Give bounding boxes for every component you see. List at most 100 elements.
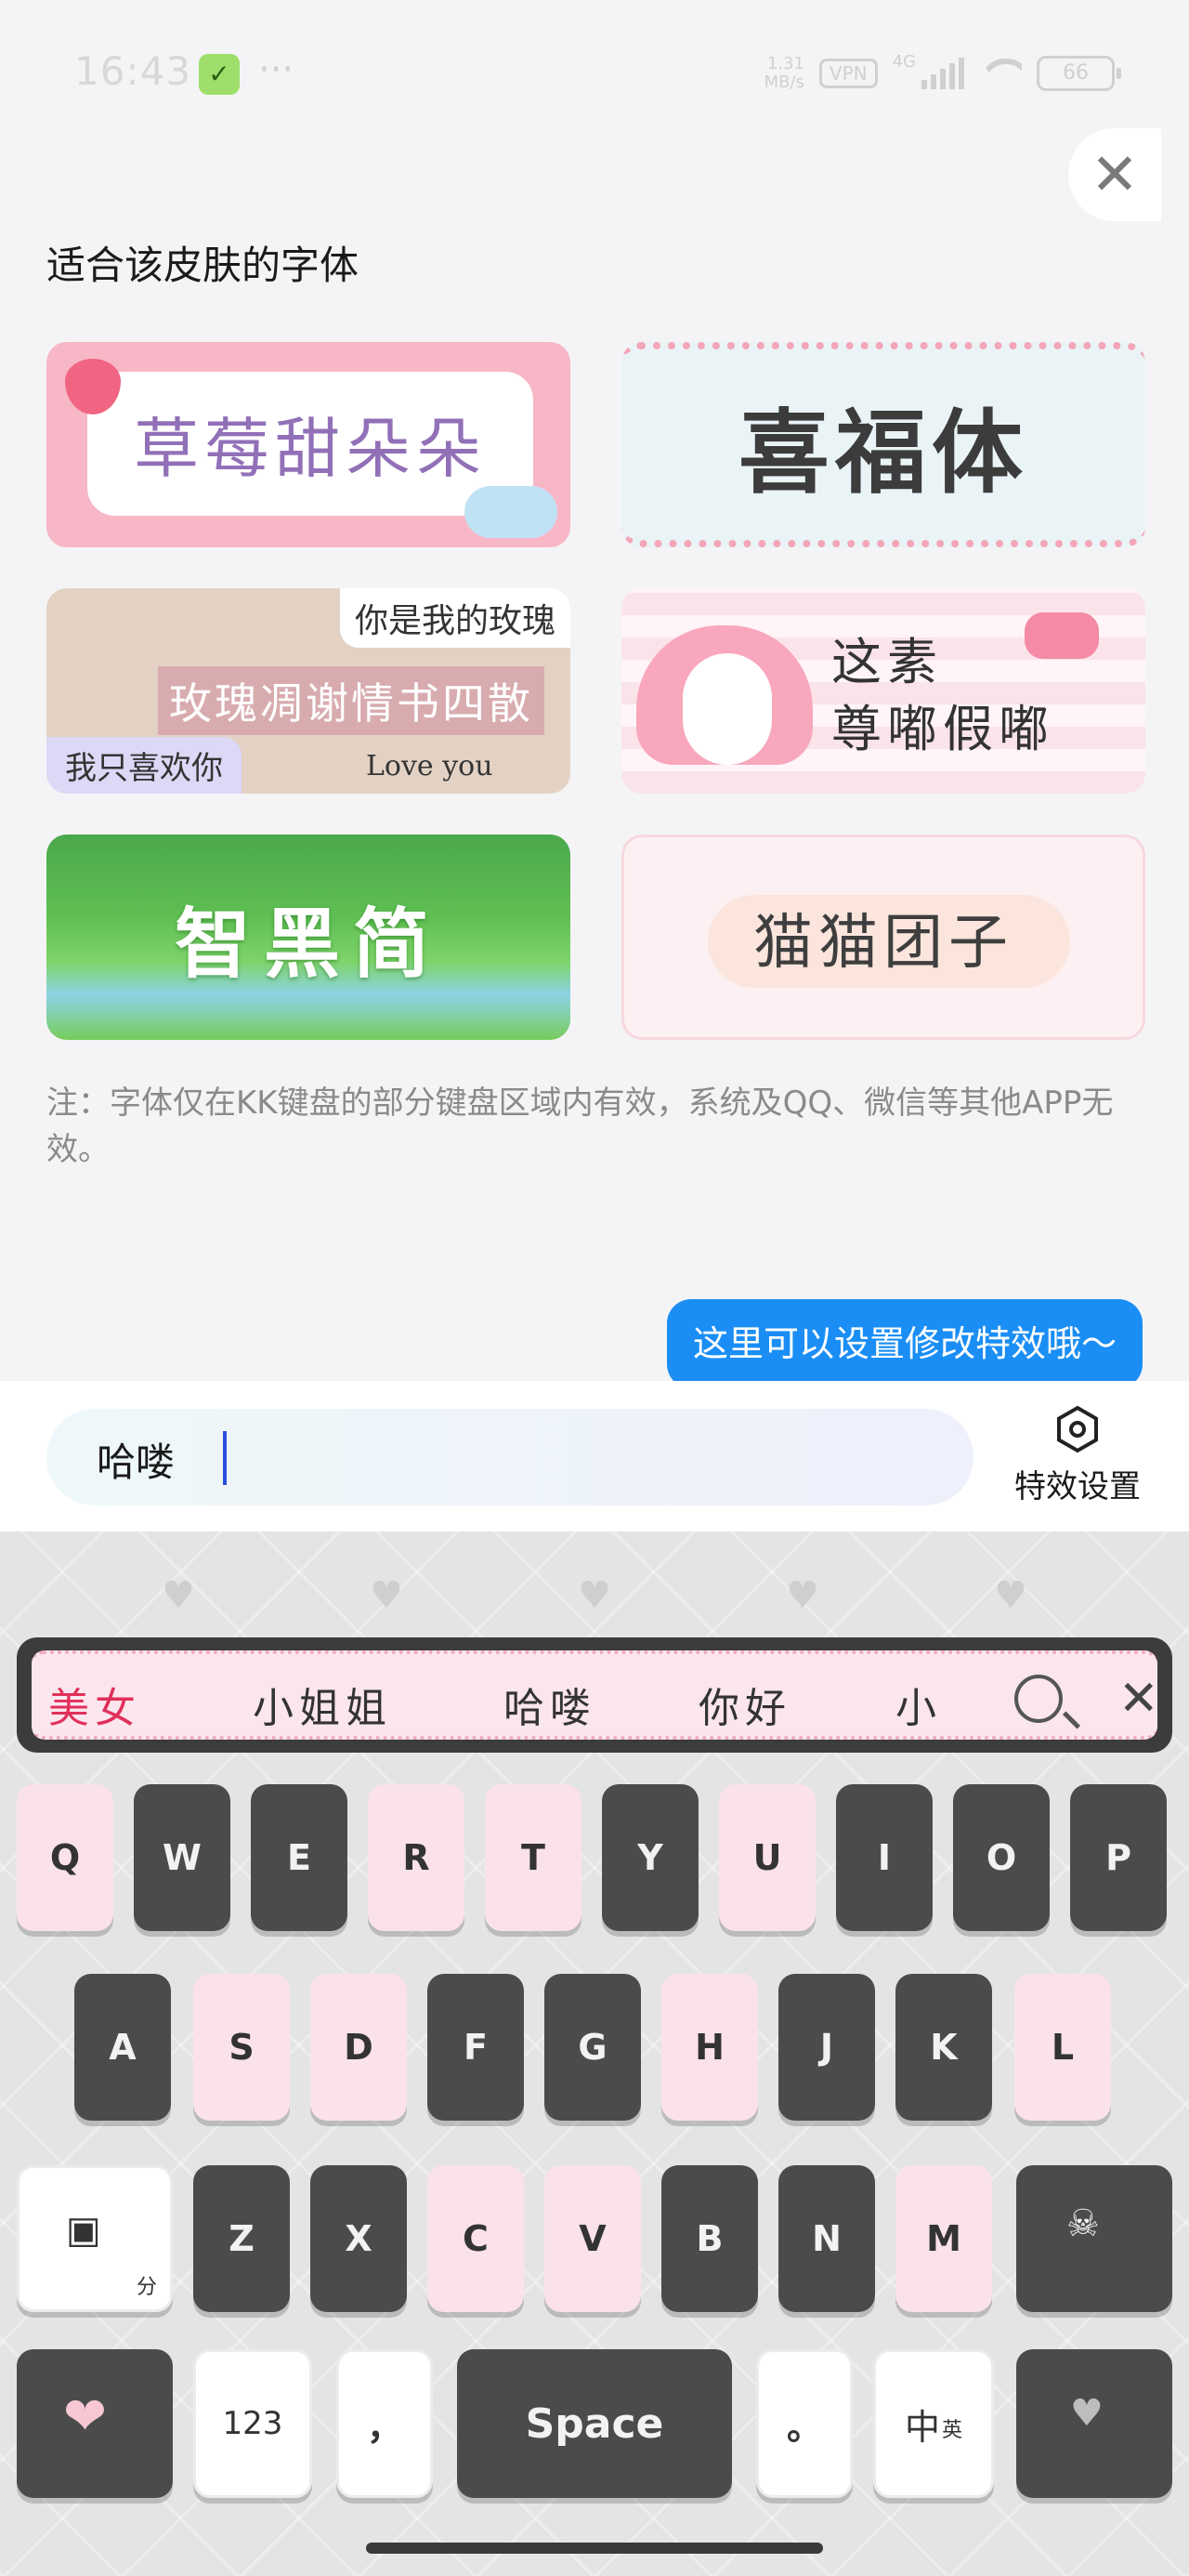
collapse-candidates-icon[interactable]: ✕ [1118, 1671, 1159, 1727]
key-q[interactable]: Q [17, 1784, 113, 1931]
key-v[interactable]: V [544, 2165, 641, 2312]
key-p[interactable]: P [1070, 1784, 1167, 1931]
status-time: 16:43 [74, 48, 192, 94]
space-key[interactable]: Space [457, 2349, 732, 2498]
key-h[interactable]: H [661, 1974, 758, 2121]
font-card-maomao[interactable]: 猫猫团子 [621, 835, 1145, 1040]
search-icon[interactable] [1014, 1675, 1063, 1723]
font-sample-extra: Love you [366, 750, 493, 782]
text-input[interactable]: 哈喽 [46, 1409, 973, 1505]
emoji-key[interactable]: ❤ [17, 2349, 173, 2498]
font-sample-line2: 尊嘟假嘟 [831, 700, 1054, 758]
keyboard-decor-hearts: ♥ ♥ ♥ ♥ ♥ [0, 1574, 1189, 1617]
wifi-icon [979, 59, 1022, 88]
key-u[interactable]: U [719, 1784, 816, 1931]
text-caret [223, 1431, 227, 1485]
key-e[interactable]: E [251, 1784, 347, 1931]
key-a[interactable]: A [74, 1974, 171, 2121]
candidate-item[interactable]: 美女 [48, 1675, 141, 1734]
section-title: 适合该皮肤的字体 [46, 243, 359, 288]
shift-sub-label: 分 [136, 2276, 157, 2299]
key-x[interactable]: X [310, 2165, 407, 2312]
font-name: 猫猫团子 [753, 908, 1013, 978]
key-l[interactable]: L [1014, 1974, 1111, 2121]
font-card-rose[interactable]: 你是我的玫瑰 玫瑰凋谢情书四散 我只喜欢你 Love you [46, 588, 570, 794]
candidate-bar: 美女 小姐姐 哈喽 你好 小 ✕ [17, 1637, 1172, 1753]
comma-key[interactable]: ， [336, 2349, 433, 2498]
font-note: 注：字体仅在KK键盘的部分键盘区域内有效，系统及QQ、微信等其他APP无效。 [46, 1084, 1114, 1168]
vpn-badge: VPN [818, 59, 878, 88]
numbers-key[interactable]: 123 [193, 2349, 312, 2498]
key-k[interactable]: K [895, 1974, 992, 2121]
network-speed-unit: MB/s [764, 72, 804, 92]
font-sample-middle: 玫瑰凋谢情书四散 [158, 666, 544, 735]
heart-decor-icon: ♥ [578, 1574, 611, 1617]
key-d[interactable]: D [310, 1974, 407, 2121]
candidate-item[interactable]: 你好 [699, 1675, 791, 1734]
candidate-item[interactable]: 小姐姐 [253, 1675, 392, 1734]
network-speed-value: 1.31 [766, 54, 804, 73]
key-f[interactable]: F [427, 1974, 524, 2121]
key-n[interactable]: N [778, 2165, 875, 2312]
language-key-sub: 英 [942, 2419, 963, 2442]
key-g[interactable]: G [544, 1974, 641, 2121]
font-name: 喜福体 [738, 400, 1028, 506]
candidate-item[interactable]: 小 [895, 1675, 942, 1734]
key-m[interactable]: M [895, 2165, 992, 2312]
effect-tooltip: 这里可以设置修改特效哦～ [666, 1299, 1143, 1388]
enter-key[interactable]: ♥ [1016, 2349, 1172, 2498]
font-sample-tag-top: 你是我的玫瑰 [339, 588, 570, 648]
space-key-label: Space [525, 2399, 664, 2448]
shift-key[interactable]: ▣ 分 [17, 2165, 173, 2312]
close-icon: ✕ [1091, 140, 1139, 208]
cloud-icon [464, 486, 557, 538]
network-type: 4G [892, 52, 916, 72]
backspace-key[interactable]: ☠ [1016, 2165, 1172, 2312]
key-c[interactable]: C [427, 2165, 524, 2312]
heart-decor-icon: ♥ [786, 1574, 819, 1617]
font-card-strawberry[interactable]: 草莓甜朵朵 [46, 342, 570, 547]
font-name: 智黑简 [174, 900, 442, 989]
status-bar: 16:43 ✓ ··· 1.31 MB/s VPN 4G 66 [0, 0, 1189, 149]
bear-emoji-icon: ❤ [63, 2386, 107, 2447]
home-indicator[interactable] [366, 2543, 823, 2554]
more-notifications-icon: ··· [258, 48, 294, 91]
font-sample-tag-bottom: 我只喜欢你 [46, 737, 242, 794]
key-j[interactable]: J [778, 1974, 875, 2121]
app-notification-icon: ✓ [199, 54, 240, 95]
font-card-frame: 草莓甜朵朵 [87, 372, 533, 516]
status-right-group: 1.31 MB/s VPN 4G 66 [764, 52, 1121, 95]
camera-cat-icon: ▣ [66, 2209, 101, 2252]
key-b[interactable]: B [661, 2165, 758, 2312]
key-w[interactable]: W [134, 1784, 230, 1931]
language-switch-key[interactable]: 中 英 [873, 2349, 994, 2498]
key-o[interactable]: O [953, 1784, 1050, 1931]
key-s[interactable]: S [193, 1974, 290, 2121]
key-z[interactable]: Z [193, 2165, 290, 2312]
battery-level: 66 [1063, 61, 1089, 85]
font-grid: 草莓甜朵朵 喜福体 你是我的玫瑰 玫瑰凋谢情书四散 我只喜欢你 Love you… [46, 342, 1145, 1040]
key-r[interactable]: R [368, 1784, 464, 1931]
font-sample-text: 这素 尊嘟假嘟 [831, 629, 1054, 763]
battery-icon: 66 [1037, 56, 1121, 91]
font-card-zhiheijian[interactable]: 智黑简 [46, 835, 570, 1040]
network-speed: 1.31 MB/s [764, 55, 804, 92]
period-key[interactable]: 。 [756, 2349, 853, 2498]
language-key-main: 中 [904, 2406, 940, 2448]
candidate-item[interactable]: 哈喽 [503, 1675, 596, 1734]
key-i[interactable]: I [836, 1784, 933, 1931]
heart-decor-icon: ♥ [994, 1574, 1027, 1617]
skull-backspace-icon: ☠ [1066, 2202, 1100, 2245]
candidate-strip: 美女 小姐姐 哈喽 你好 小 ✕ [32, 1650, 1159, 1740]
close-button[interactable]: ✕ [1068, 128, 1161, 221]
key-t[interactable]: T [485, 1784, 581, 1931]
font-card-zundujiadu[interactable]: 这素 尊嘟假嘟 [621, 588, 1145, 794]
font-name: 草莓甜朵朵 [134, 411, 487, 487]
input-value: 哈喽 [97, 1439, 176, 1485]
effect-settings-button[interactable]: 特效设置 [1003, 1405, 1152, 1506]
heart-decor-icon: ♥ [162, 1574, 195, 1617]
keyboard: ♥ ♥ ♥ ♥ ♥ 美女 小姐姐 哈喽 你好 小 ✕ Q W E R T Y U… [0, 1531, 1189, 2576]
font-card-xifu[interactable]: 喜福体 [621, 342, 1145, 547]
key-y[interactable]: Y [602, 1784, 699, 1931]
bunny-icon [683, 653, 772, 765]
